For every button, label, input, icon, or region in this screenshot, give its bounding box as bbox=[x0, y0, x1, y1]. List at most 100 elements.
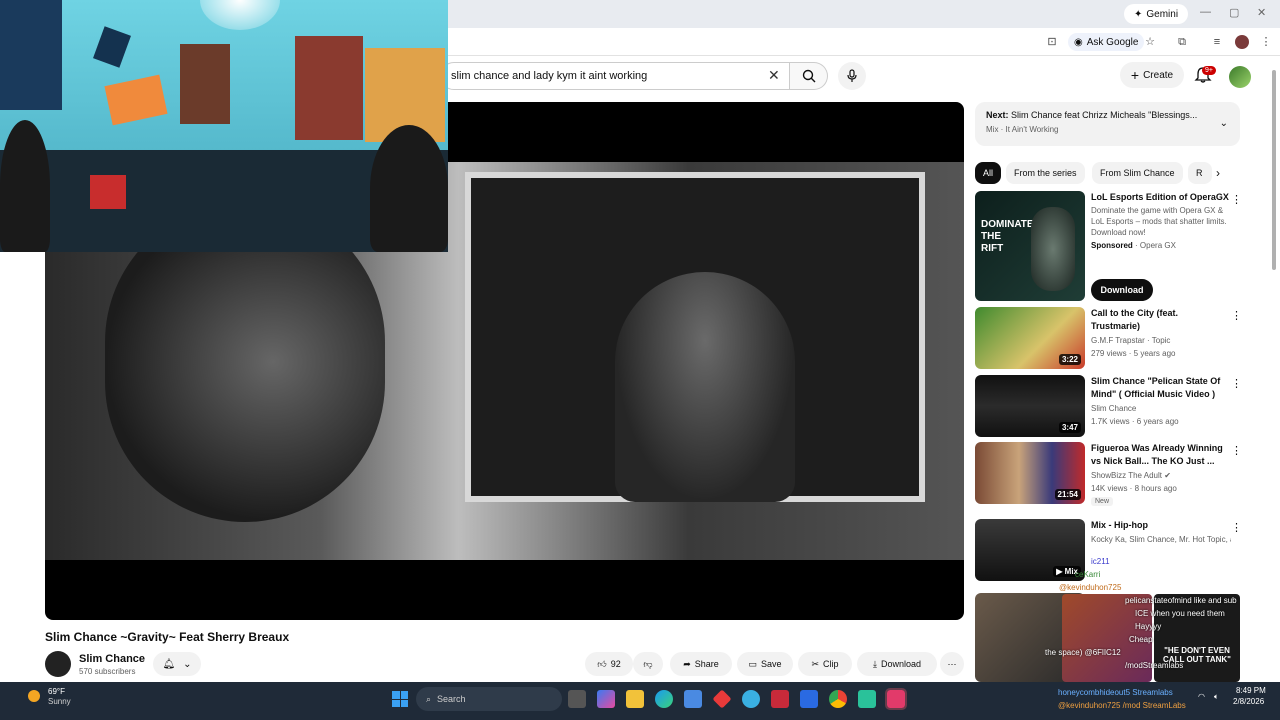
download-button[interactable]: ⤓ Download bbox=[857, 652, 937, 676]
rec-channel[interactable]: G.M.F Trapstar · Topic bbox=[1091, 336, 1170, 345]
search-icon: ⌕ bbox=[426, 693, 432, 704]
tray-chat-line: honeycombhideout5 Streamlabs bbox=[1058, 688, 1173, 697]
sponsored-ad[interactable]: DOMINATE THE RIFT LoL Esports Edition of… bbox=[975, 191, 1242, 303]
rec-channel[interactable]: Slim Chance bbox=[1091, 404, 1136, 413]
clip-button[interactable]: ✂ Clip bbox=[798, 652, 852, 676]
taskbar-search[interactable]: ⌕ Search bbox=[416, 687, 562, 711]
close-window-icon[interactable]: ✕ bbox=[1257, 6, 1266, 19]
dislike-button[interactable]: 👎︎ bbox=[633, 652, 663, 676]
clock-date[interactable]: 2/8/2026 bbox=[1233, 697, 1264, 706]
subscription-bell-button[interactable]: 🔔︎ ⌄ bbox=[153, 652, 201, 676]
volume-icon[interactable]: 🔈︎ bbox=[1214, 692, 1219, 702]
task-view-icon[interactable] bbox=[568, 690, 586, 708]
youtube-account-avatar[interactable] bbox=[1229, 66, 1251, 88]
chip-related[interactable]: R bbox=[1188, 162, 1212, 184]
chip-all[interactable]: All bbox=[975, 162, 1002, 184]
share-button[interactable]: ➦ Share bbox=[670, 652, 732, 676]
chevron-down-icon[interactable]: ⌄ bbox=[1220, 118, 1228, 129]
media-control-icon[interactable]: ≡ bbox=[1210, 35, 1224, 49]
menu-kebab-icon[interactable]: ⋮ bbox=[1259, 35, 1273, 49]
download-icon: ⤓ bbox=[872, 658, 877, 669]
weather-description[interactable]: Sunny bbox=[48, 697, 71, 706]
search-input[interactable]: slim chance and lady kym it aint working bbox=[440, 62, 790, 90]
chip-from-the-series[interactable]: From the series bbox=[1006, 162, 1085, 184]
more-vertical-icon[interactable]: ⋮ bbox=[1231, 444, 1242, 457]
video-thumbnail[interactable]: 3:47 bbox=[975, 375, 1085, 437]
rec-title[interactable]: Call to the City (feat. Trustmarie) bbox=[1091, 307, 1229, 333]
search-button[interactable] bbox=[790, 62, 828, 90]
browser-profile-avatar[interactable] bbox=[1235, 35, 1249, 49]
rec-channel[interactable]: ShowBizz The Adult bbox=[1091, 471, 1162, 480]
subscriber-count: 570 subscribers bbox=[79, 667, 136, 676]
ad-thumbnail-text: DOMINATE THE RIFT bbox=[981, 219, 1034, 254]
download-label: Download bbox=[880, 659, 921, 669]
rec-title[interactable]: Slim Chance "Pelican State Of Mind" ( Of… bbox=[1091, 375, 1229, 401]
edge-browser-icon[interactable] bbox=[655, 690, 673, 708]
save-icon: ▭ bbox=[748, 658, 757, 669]
scrollbar-thumb[interactable] bbox=[1272, 70, 1276, 270]
app-diamond-icon[interactable] bbox=[712, 689, 732, 709]
file-explorer-icon[interactable] bbox=[626, 690, 644, 708]
install-icon[interactable]: ⊡ bbox=[1045, 35, 1059, 49]
copilot-icon[interactable] bbox=[597, 690, 615, 708]
autoplay-next-panel[interactable]: Next: Slim Chance feat Chrizz Micheals "… bbox=[975, 102, 1240, 146]
recommendation-item[interactable]: 3:22 Call to the City (feat. Trustmarie)… bbox=[975, 307, 1242, 369]
ad-thumbnail[interactable]: DOMINATE THE RIFT bbox=[975, 191, 1085, 301]
streamlabs-icon[interactable] bbox=[858, 690, 876, 708]
video-figure bbox=[615, 272, 795, 502]
verified-icon: ✔ bbox=[1164, 471, 1171, 480]
video-thumbnail[interactable]: 21:54 bbox=[975, 442, 1085, 504]
save-button[interactable]: ▭ Save bbox=[737, 652, 793, 676]
more-horizontal-icon: ⋯ bbox=[947, 658, 957, 669]
active-app-icon[interactable] bbox=[885, 688, 907, 710]
ad-download-button[interactable]: Download bbox=[1091, 279, 1153, 301]
chat-line: ICE when you need them bbox=[1135, 609, 1225, 618]
split-view-icon[interactable]: ⧉ bbox=[1175, 35, 1189, 49]
mcafee-icon[interactable] bbox=[771, 690, 789, 708]
rec-title[interactable]: Mix - Hip-hop bbox=[1091, 519, 1229, 532]
gemini-button[interactable]: ✦ Gemini bbox=[1124, 4, 1189, 24]
notification-count-badge: 9+ bbox=[1202, 66, 1216, 75]
voice-search-button[interactable] bbox=[838, 62, 866, 90]
chevron-right-icon[interactable]: › bbox=[1216, 166, 1220, 180]
next-title: Slim Chance feat Chrizz Micheals "Blessi… bbox=[1011, 110, 1198, 120]
chip-from-slim-chance[interactable]: From Slim Chance bbox=[1092, 162, 1183, 184]
duration-badge: 3:22 bbox=[1058, 354, 1081, 365]
store-icon[interactable] bbox=[684, 690, 702, 708]
guest-person bbox=[0, 120, 50, 252]
clear-search-icon[interactable]: ✕ bbox=[768, 67, 780, 84]
bookmark-star-icon[interactable]: ☆ bbox=[1143, 35, 1157, 49]
video-thumbnail[interactable]: 3:22 bbox=[975, 307, 1085, 369]
recommendation-item[interactable]: 21:54 Figueroa Was Already Winning vs Ni… bbox=[975, 442, 1242, 512]
start-button[interactable] bbox=[392, 691, 408, 707]
more-vertical-icon[interactable]: ⋮ bbox=[1231, 309, 1242, 322]
more-vertical-icon[interactable]: ⋮ bbox=[1231, 521, 1242, 534]
clock-time[interactable]: 8:49 PM bbox=[1236, 686, 1266, 695]
chat-line: Hayyyy bbox=[1135, 622, 1162, 631]
channel-name[interactable]: Slim Chance bbox=[79, 653, 145, 665]
create-button[interactable]: + Create bbox=[1120, 62, 1184, 88]
more-vertical-icon[interactable]: ⋮ bbox=[1231, 377, 1242, 390]
like-button[interactable]: 👍︎ 92 bbox=[585, 652, 633, 676]
wifi-icon[interactable]: ◠ bbox=[1198, 692, 1205, 701]
rec-title[interactable]: Figueroa Was Already Winning vs Nick Bal… bbox=[1091, 442, 1229, 468]
poster bbox=[295, 36, 363, 140]
weather-temperature[interactable]: 69°F bbox=[48, 687, 65, 696]
recommendation-item[interactable]: 3:47 Slim Chance "Pelican State Of Mind"… bbox=[975, 375, 1242, 437]
duration-badge: 21:54 bbox=[1054, 489, 1081, 500]
ask-google-button[interactable]: ◉ Ask Google bbox=[1068, 33, 1145, 51]
mail-icon[interactable] bbox=[800, 690, 818, 708]
chat-line: pelicanstateofmind like and sub bbox=[1125, 596, 1237, 605]
minimize-icon[interactable]: — bbox=[1200, 6, 1211, 18]
app-badge-icon[interactable] bbox=[742, 690, 760, 708]
more-actions-button[interactable]: ⋯ bbox=[940, 652, 964, 676]
new-badge: New bbox=[1091, 497, 1114, 506]
rec-meta: 279 views · 5 years ago bbox=[1091, 349, 1176, 358]
webcam-overlay bbox=[0, 0, 448, 252]
sponsor-name: Opera GX bbox=[1139, 241, 1176, 250]
more-vertical-icon[interactable]: ⋮ bbox=[1231, 193, 1242, 206]
rec-title[interactable]: LoL Esports Edition of OperaGX bbox=[1091, 191, 1229, 204]
maximize-icon[interactable]: ▢ bbox=[1229, 6, 1239, 19]
channel-avatar[interactable] bbox=[45, 651, 71, 677]
chrome-icon[interactable] bbox=[829, 690, 847, 708]
